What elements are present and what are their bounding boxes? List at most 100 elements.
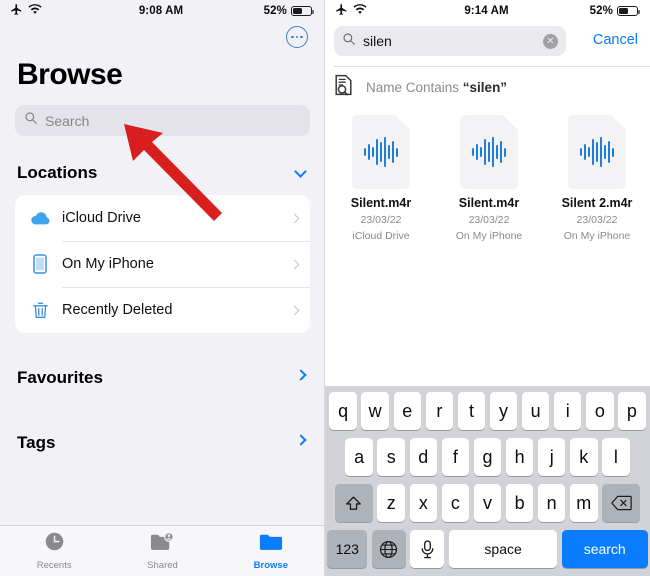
key-s[interactable]: s (377, 438, 405, 476)
file-date: 23/03/22 (468, 214, 510, 226)
file-location: iCloud Drive (352, 230, 410, 242)
key-f[interactable]: f (441, 438, 470, 476)
chevron-right-icon (289, 213, 300, 223)
audio-file-icon (352, 115, 410, 189)
section-heading-tags: Tags (17, 433, 56, 452)
file-result-item[interactable]: Silent.m4r 23/03/22 iCloud Drive (336, 115, 426, 242)
keyboard-row-1: q w e r t y u i o p (325, 392, 650, 430)
tab-shared[interactable]: Shared (108, 526, 216, 576)
list-item-recently-deleted[interactable]: Recently Deleted (15, 287, 310, 333)
file-location: On My iPhone (563, 230, 631, 242)
key-o[interactable]: o (586, 392, 614, 430)
tab-bar: Recents Shared Browse (0, 525, 324, 576)
search-results-grid: Silent.m4r 23/03/22 iCloud Drive Silent.… (336, 115, 642, 242)
key-k[interactable]: k (570, 438, 598, 476)
battery-percent: 52% (263, 5, 287, 17)
key-n[interactable]: n (537, 484, 566, 522)
key-space[interactable]: space (449, 530, 558, 568)
key-u[interactable]: u (521, 392, 550, 430)
key-i[interactable]: i (553, 392, 582, 430)
waveform-glyph (579, 137, 615, 167)
key-e[interactable]: e (393, 392, 422, 430)
dot-3 (300, 35, 304, 39)
globe-icon[interactable] (371, 530, 406, 568)
file-name: Silent.m4r (458, 196, 520, 210)
key-h[interactable]: h (505, 438, 534, 476)
keyboard-row-2: a s d f g h j k l (325, 438, 650, 476)
tab-recents[interactable]: Recents (0, 526, 108, 576)
list-item-label: iCloud Drive (62, 210, 141, 226)
tab-label: Shared (147, 559, 178, 571)
key-q[interactable]: q (329, 392, 357, 430)
key-t[interactable]: t (457, 392, 486, 430)
waveform-glyph (471, 137, 507, 167)
key-search-return[interactable]: search (561, 530, 648, 568)
key-w[interactable]: w (361, 392, 389, 430)
clear-circle-icon[interactable]: ✕ (543, 33, 558, 49)
section-heading-locations: Locations (17, 163, 98, 182)
audio-file-icon (568, 115, 626, 189)
on-screen-keyboard: q w e r t y u i o p a s d f g h j k l z (325, 386, 650, 576)
key-x[interactable]: x (409, 484, 438, 522)
dot-2 (295, 35, 299, 39)
dot-1 (290, 35, 294, 39)
tab-label: Browse (253, 559, 288, 571)
clock-icon (44, 531, 65, 557)
key-p[interactable]: p (618, 392, 646, 430)
locations-group: iCloud Drive On My iPhone Recently Delet… (15, 195, 310, 333)
file-location: On My iPhone (455, 230, 523, 242)
list-item-label: On My iPhone (62, 256, 154, 272)
microphone-icon[interactable] (410, 530, 445, 568)
key-j[interactable]: j (537, 438, 566, 476)
list-item-on-my-iphone[interactable]: On My iPhone (15, 241, 310, 287)
backspace-icon[interactable] (602, 484, 641, 522)
keyboard-row-3: z x c v b n m (325, 484, 650, 522)
file-date: 23/03/22 (360, 214, 402, 226)
cancel-button[interactable]: Cancel (593, 32, 638, 48)
key-d[interactable]: d (409, 438, 438, 476)
list-item-label: Recently Deleted (62, 302, 173, 318)
chevron-right-icon[interactable] (295, 434, 307, 446)
search-placeholder: Search (45, 112, 90, 129)
wifi-icon (353, 4, 367, 18)
battery-icon (617, 6, 641, 16)
keyboard-row-4: 123 space search (325, 530, 650, 568)
file-name: Silent.m4r (350, 196, 412, 210)
key-c[interactable]: c (441, 484, 470, 522)
airplane-icon (335, 3, 348, 19)
key-y[interactable]: y (489, 392, 518, 430)
key-g[interactable]: g (473, 438, 502, 476)
key-l[interactable]: l (602, 438, 630, 476)
chevron-right-icon[interactable] (295, 369, 307, 381)
key-v[interactable]: v (473, 484, 502, 522)
tab-browse[interactable]: Browse (217, 526, 324, 576)
shift-up-arrow-icon[interactable] (334, 484, 373, 522)
key-a[interactable]: a (345, 438, 373, 476)
key-numbers[interactable]: 123 (327, 530, 368, 568)
file-result-item[interactable]: Silent.m4r 23/03/22 On My iPhone (444, 115, 534, 242)
waveform-glyph (363, 137, 399, 167)
list-item-icloud-drive[interactable]: iCloud Drive (15, 195, 310, 241)
search-input[interactable]: Search (15, 105, 310, 136)
search-icon (342, 32, 356, 51)
chevron-right-icon (289, 259, 300, 269)
search-input[interactable]: silen ✕ (334, 26, 566, 56)
audio-file-icon (460, 115, 518, 189)
battery-icon (291, 6, 315, 16)
more-options-button[interactable] (286, 26, 308, 48)
folder-icon (259, 532, 283, 557)
wifi-icon (28, 4, 42, 18)
trash-icon (27, 301, 53, 320)
file-result-item[interactable]: Silent 2.m4r 23/03/22 On My iPhone (552, 115, 642, 242)
search-value: silen (363, 33, 392, 49)
shared-folder-icon (150, 531, 175, 557)
chevron-right-icon (289, 305, 300, 315)
key-b[interactable]: b (505, 484, 534, 522)
key-r[interactable]: r (425, 392, 454, 430)
key-z[interactable]: z (377, 484, 405, 522)
status-time: 9:08 AM (138, 5, 184, 17)
airplane-icon (10, 3, 23, 19)
key-m[interactable]: m (570, 484, 598, 522)
chevron-down-icon[interactable] (294, 165, 307, 178)
section-heading-favourites: Favourites (17, 368, 103, 387)
